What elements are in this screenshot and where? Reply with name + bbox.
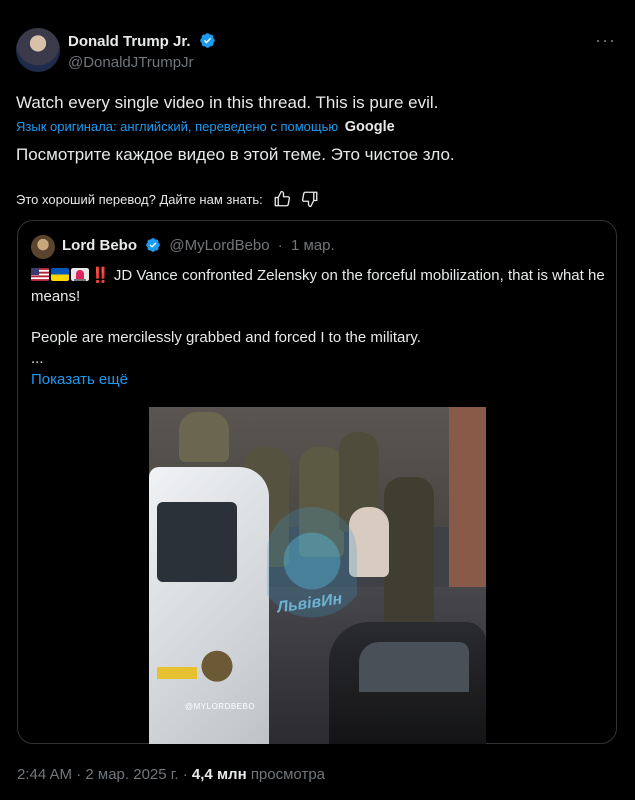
video-license-plate (157, 667, 197, 679)
quote-text-line1: ‼️ JD Vance confronted Zelensky on the f… (31, 265, 611, 307)
tweet-time[interactable]: 2:44 AM (17, 766, 72, 783)
tweet-text: Watch every single video in this thread.… (16, 93, 439, 112)
translation-source-label[interactable]: Язык оригинала: английский, переведено с… (16, 119, 338, 134)
footer-separator: · (76, 766, 82, 783)
google-logo: Google (344, 119, 395, 135)
quote-separator: · (277, 237, 283, 254)
quote-ellipsis: ... (31, 350, 44, 367)
view-count[interactable]: 4,4 млн (192, 766, 247, 783)
feedback-prompt: Это хороший перевод? Дайте нам знать: (16, 191, 263, 207)
siren-icon (71, 268, 89, 281)
verified-badge-icon (146, 238, 161, 252)
quote-text-line2: People are mercilessly grabbed and force… (31, 329, 421, 346)
quote-date[interactable]: 1 мар. (291, 237, 335, 254)
tweet-date[interactable]: 2 мар. 2025 г. (85, 766, 178, 783)
verified-badge-icon (199, 33, 215, 48)
view-count-label: просмотра (250, 766, 325, 783)
show-more-link[interactable]: Показать ещё (31, 371, 128, 388)
translation-feedback: Это хороший перевод? Дайте нам знать: (16, 190, 319, 208)
video-person (179, 412, 229, 462)
ukraine-flag-icon (51, 268, 69, 281)
tweet-footer: 2:44 AM · 2 мар. 2025 г. · 4,4 млн просм… (17, 766, 325, 783)
video-van-window (157, 502, 237, 582)
us-flag-icon (31, 268, 49, 281)
footer-separator: · (182, 766, 188, 783)
author-name-row[interactable]: Donald Trump Jr. (68, 32, 216, 50)
quote-author-handle[interactable]: @MyLordBebo (169, 237, 269, 254)
author-name[interactable]: Donald Trump Jr. (68, 33, 191, 50)
quote-author-name[interactable]: Lord Bebo (62, 237, 137, 254)
author-handle[interactable]: @DonaldJTrumpJr (68, 54, 194, 71)
quote-author-avatar[interactable] (31, 235, 55, 259)
dog-logo-icon (199, 647, 235, 695)
thumbs-up-icon[interactable] (273, 190, 291, 208)
video-credit: @MYLORDBEBO (185, 702, 256, 711)
double-exclamation-icon: ‼️ (91, 267, 110, 284)
quote-text-content: JD Vance confronted Zelensky on the forc… (31, 267, 605, 305)
author-avatar[interactable] (16, 28, 60, 72)
thumbs-down-icon[interactable] (301, 190, 319, 208)
video-person (384, 477, 434, 627)
more-icon[interactable]: ··· (595, 30, 616, 51)
tweet-translation: Посмотрите каждое видео в этой теме. Это… (16, 145, 455, 164)
video-car-window (359, 642, 469, 692)
quote-video[interactable]: ЛьвівИн @MYLORDBEBO (149, 407, 486, 744)
translation-source[interactable]: Язык оригинала: английский, переведено с… (16, 119, 395, 135)
quote-header: Lord Bebo @MyLordBebo · 1 мар. (62, 237, 335, 254)
